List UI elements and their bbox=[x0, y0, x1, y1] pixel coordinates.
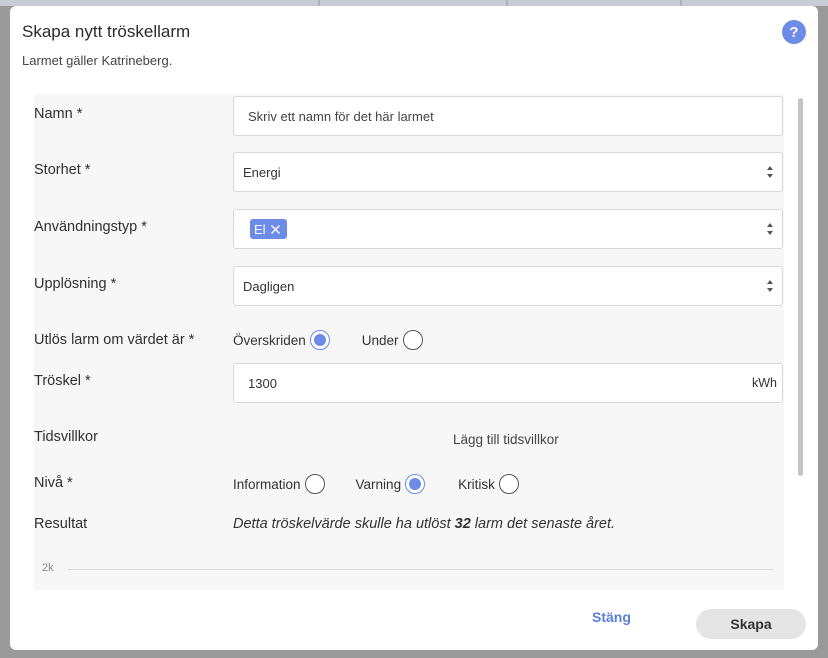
select-updown-icon bbox=[767, 166, 773, 178]
result-text-before: Detta tröskelvärde skulle ha utlöst bbox=[233, 516, 455, 532]
threshold-value: 1300 bbox=[248, 375, 277, 391]
alarm-form: Namn * Skriv ett namn för det här larmet… bbox=[34, 94, 784, 590]
level-option-critical[interactable]: Kritisk bbox=[458, 474, 519, 494]
level-radio-group: Information Varning Kritisk bbox=[233, 474, 519, 494]
result-text: Detta tröskelvärde skulle ha utlöst 32 l… bbox=[233, 516, 615, 532]
name-label: Namn * bbox=[34, 106, 83, 122]
trigger-option-label: Överskriden bbox=[233, 332, 306, 348]
close-button[interactable]: Stäng bbox=[592, 609, 631, 625]
trigger-option-exceeded[interactable]: Överskriden bbox=[233, 330, 330, 350]
trigger-option-under[interactable]: Under bbox=[362, 330, 423, 350]
trigger-option-label: Under bbox=[361, 332, 399, 348]
trigger-label: Utlös larm om värdet är * bbox=[34, 332, 195, 348]
usage-type-multiselect[interactable]: El bbox=[233, 209, 783, 249]
resolution-label: Upplösning * bbox=[34, 276, 117, 292]
radio-unchecked-icon[interactable] bbox=[304, 474, 325, 494]
create-threshold-alarm-dialog: Skapa nytt tröskellarm Larmet gäller Kat… bbox=[10, 6, 818, 650]
radio-unchecked-icon[interactable] bbox=[402, 330, 423, 350]
select-updown-icon bbox=[767, 223, 773, 235]
threshold-unit: kWh bbox=[752, 376, 777, 390]
trigger-radio-group: Överskriden Under bbox=[233, 330, 423, 350]
create-button[interactable]: Skapa bbox=[696, 609, 806, 639]
help-icon[interactable]: ? bbox=[782, 20, 806, 44]
dialog-title: Skapa nytt tröskellarm bbox=[22, 22, 191, 41]
form-scrollbar[interactable] bbox=[798, 98, 803, 476]
level-option-label: Information bbox=[233, 476, 301, 492]
usage-type-label: Användningstyp * bbox=[34, 219, 147, 235]
level-option-label: Varning bbox=[355, 476, 402, 492]
quantity-select[interactable]: Energi bbox=[233, 152, 783, 192]
level-option-warning[interactable]: Varning bbox=[356, 474, 426, 494]
threshold-label: Tröskel * bbox=[34, 373, 91, 389]
result-count: 32 bbox=[454, 516, 471, 532]
result-chart: 2k bbox=[34, 552, 784, 590]
level-option-information[interactable]: Information bbox=[233, 474, 325, 494]
radio-unchecked-icon[interactable] bbox=[498, 474, 519, 494]
name-input[interactable]: Skriv ett namn för det här larmet bbox=[233, 96, 783, 136]
level-option-label: Kritisk bbox=[458, 476, 495, 492]
level-label: Nivå * bbox=[34, 475, 73, 491]
quantity-label: Storhet * bbox=[34, 162, 91, 178]
chart-y-tick: 2k bbox=[42, 562, 54, 574]
radio-checked-icon[interactable] bbox=[405, 474, 426, 494]
radio-checked-icon[interactable] bbox=[309, 330, 330, 350]
quantity-selected-value: Energi bbox=[243, 164, 281, 180]
resolution-select[interactable]: Dagligen bbox=[233, 266, 783, 306]
add-time-condition-link[interactable]: Lägg till tidsvillkor bbox=[453, 432, 559, 447]
chart-gridline bbox=[68, 569, 773, 570]
dialog-subtitle: Larmet gäller Katrineberg. bbox=[22, 53, 173, 68]
tag-label: El bbox=[254, 221, 266, 237]
name-input-placeholder: Skriv ett namn för det här larmet bbox=[248, 108, 434, 124]
time-conditions-label: Tidsvillkor bbox=[34, 429, 98, 445]
threshold-input[interactable]: 1300 kWh bbox=[233, 363, 783, 403]
result-text-after: larm det senaste året. bbox=[470, 516, 616, 532]
select-updown-icon bbox=[767, 280, 773, 292]
remove-tag-icon[interactable] bbox=[269, 222, 283, 236]
result-label: Resultat bbox=[34, 516, 88, 532]
resolution-selected-value: Dagligen bbox=[243, 278, 295, 294]
usage-type-tag-el: El bbox=[250, 219, 287, 239]
